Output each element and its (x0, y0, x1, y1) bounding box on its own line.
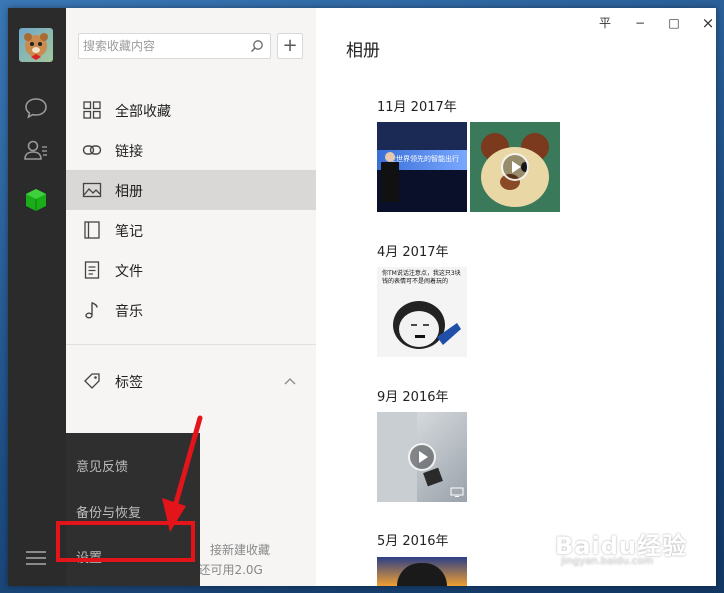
nav-item-label: 音乐 (115, 304, 143, 320)
nav-item-label: 全部收藏 (115, 104, 171, 120)
add-favorite-button[interactable]: + (277, 33, 303, 59)
tag-icon (84, 373, 100, 389)
nav-item-label: 文件 (115, 264, 143, 280)
date-group-label: 4月 2017年 (377, 245, 449, 260)
nav-item-files[interactable]: 文件 (66, 250, 316, 290)
search-icon[interactable] (250, 39, 264, 53)
pin-icon[interactable]: 平 (598, 16, 612, 30)
nav-item-notes[interactable]: 笔记 (66, 210, 316, 250)
album-thumb-meme[interactable]: 你TM说话注意点，我这只3块钱的表情可不是闹着玩的 (377, 267, 467, 357)
menu-item-label: 备份与恢复 (76, 506, 142, 521)
nav-item-links[interactable]: 链接 (66, 130, 316, 170)
date-group-label: 11月 2017年 (377, 100, 457, 115)
grid-icon (83, 101, 101, 119)
search-box (78, 33, 271, 59)
thumb-caption: 走世界领先的智能出行 (389, 155, 459, 163)
nav-item-label: 相册 (115, 184, 143, 200)
play-icon[interactable] (501, 153, 529, 181)
menu-item-label: 意见反馈 (76, 460, 129, 475)
nav-divider (66, 344, 316, 345)
contacts-icon[interactable] (22, 136, 50, 164)
maximize-button[interactable]: □ (667, 16, 681, 30)
baidu-jingyan-watermark: Baidu经验 jingyan.baidu.com (555, 514, 715, 574)
red-arrow-annotation (162, 415, 203, 532)
album-thumb-partial[interactable] (377, 557, 467, 586)
footer-new-favorite-hint: 接新建收藏 (210, 543, 271, 557)
screen-icon (450, 487, 464, 497)
tags-label: 标签 (115, 375, 143, 391)
minimize-button[interactable]: − (633, 16, 647, 30)
notebook-icon (84, 221, 100, 239)
play-icon[interactable] (408, 443, 436, 471)
file-icon (84, 261, 100, 279)
album-thumb-presentation[interactable]: 走世界领先的智能出行 (377, 122, 467, 212)
chevron-up-icon[interactable] (284, 377, 296, 385)
nav-item-label: 链接 (115, 144, 143, 160)
nav-item-all[interactable]: 全部收藏 (66, 90, 316, 130)
search-input[interactable] (79, 34, 244, 58)
album-content: 平 − □ × 相册 11月 2017年 走世界领先的智能出行 4月 2017年… (316, 8, 716, 586)
avatar[interactable] (19, 28, 53, 62)
icon-rail (8, 8, 66, 586)
link-icon (82, 145, 102, 155)
chat-icon[interactable] (22, 94, 50, 122)
nav-item-album[interactable]: 相册 (66, 170, 316, 210)
hamburger-menu-icon[interactable] (23, 548, 49, 568)
date-group-label: 5月 2016年 (377, 534, 449, 549)
watermark-url: jingyan.baidu.com (561, 556, 654, 567)
nav-item-tags[interactable]: 标签 (66, 361, 316, 401)
favorites-cube-icon[interactable] (22, 186, 50, 214)
nav-item-music[interactable]: 音乐 (66, 290, 316, 330)
image-icon (82, 182, 102, 198)
page-title: 相册 (346, 41, 380, 61)
close-button[interactable]: × (701, 16, 715, 31)
album-thumb-video[interactable] (377, 412, 467, 502)
favorites-window: + 全部收藏 链接 相册 (8, 8, 716, 586)
nav-item-label: 笔记 (115, 224, 143, 240)
album-thumb-bear-video[interactable] (470, 122, 560, 212)
music-note-icon (85, 301, 98, 319)
date-group-label: 9月 2016年 (377, 390, 449, 405)
